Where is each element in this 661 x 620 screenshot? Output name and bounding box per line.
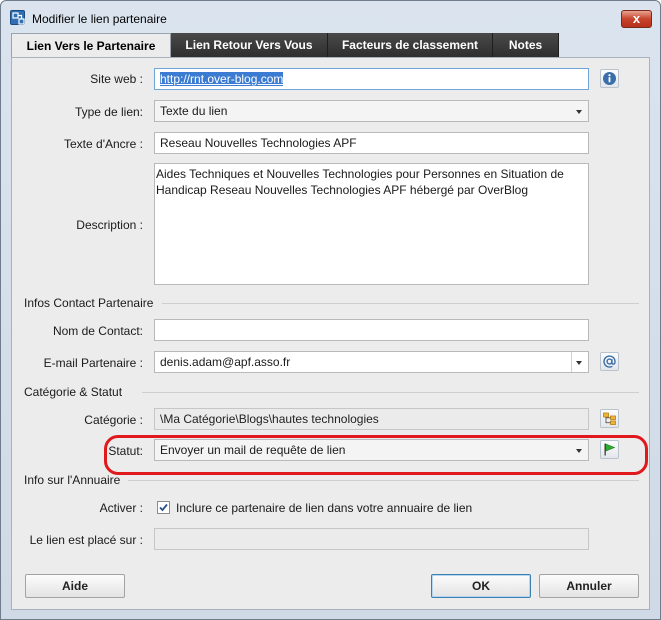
email-value: denis.adam@apf.asso.fr: [160, 355, 291, 369]
chevron-down-icon: [576, 110, 582, 114]
anchor-label: Texte d'Ancre :: [64, 137, 143, 151]
activate-label: Activer :: [99, 501, 143, 515]
dialog-window: Modifier le lien partenaire x Lien Vers …: [0, 0, 661, 620]
description-label: Description :: [76, 218, 143, 232]
site-url-input[interactable]: http://rnt.over-blog.com: [154, 68, 589, 90]
directory-section-title: Info sur l'Annuaire: [24, 473, 121, 487]
contact-divider: [162, 303, 639, 304]
close-button[interactable]: x: [621, 10, 652, 28]
anchor-text-input[interactable]: Reseau Nouvelles Technologies APF: [154, 132, 589, 154]
green-flag-icon: [604, 443, 616, 456]
status-value: Envoyer un mail de requête de lien: [160, 443, 346, 457]
email-combobox[interactable]: denis.adam@apf.asso.fr: [154, 351, 589, 373]
contact-section-title: Infos Contact Partenaire: [24, 296, 154, 310]
tab-panel: Site web : http://rnt.over-blog.com Type…: [11, 57, 650, 610]
window-title: Modifier le lien partenaire: [32, 12, 167, 26]
at-sign-icon: [603, 355, 616, 368]
category-divider: [142, 392, 639, 393]
app-icon: [10, 10, 25, 25]
status-select[interactable]: Envoyer un mail de requête de lien: [154, 439, 589, 461]
site-label: Site web :: [90, 72, 143, 86]
status-flag-button[interactable]: [600, 440, 619, 459]
tab-facteurs-classement[interactable]: Facteurs de classement: [328, 33, 493, 57]
email-button[interactable]: [600, 352, 619, 371]
type-label: Type de lien:: [74, 105, 143, 119]
placed-on-field: [154, 528, 589, 550]
category-label: Catégorie :: [84, 413, 143, 427]
description-textarea[interactable]: Aides Techniques et Nouvelles Technologi…: [154, 163, 589, 285]
link-type-select[interactable]: Texte du lien: [154, 100, 589, 122]
status-label: Statut:: [108, 444, 143, 458]
site-url-value: http://rnt.over-blog.com: [160, 72, 284, 86]
ok-button[interactable]: OK: [431, 574, 531, 598]
combo-separator: [571, 352, 572, 372]
tab-lien-retour[interactable]: Lien Retour Vers Vous: [171, 33, 328, 57]
contact-name-label: Nom de Contact:: [52, 324, 143, 338]
category-picker-button[interactable]: [600, 409, 619, 428]
directory-divider: [128, 480, 639, 481]
placed-on-label: Le lien est placé sur :: [29, 533, 143, 547]
include-directory-label[interactable]: Inclure ce partenaire de lien dans votre…: [176, 501, 472, 515]
include-directory-checkbox[interactable]: [157, 501, 170, 514]
category-section-title: Catégorie & Statut: [24, 385, 123, 399]
tab-lien-vers-partenaire[interactable]: Lien Vers le Partenaire: [11, 33, 171, 58]
info-icon: [603, 72, 616, 85]
help-button[interactable]: Aide: [25, 574, 125, 598]
category-field: \Ma Catégorie\Blogs\hautes technologies: [154, 408, 589, 430]
cancel-button[interactable]: Annuler: [539, 574, 639, 598]
tab-notes[interactable]: Notes: [493, 33, 559, 57]
category-picker-icon: [603, 412, 616, 425]
checkmark-icon: [159, 503, 168, 512]
link-type-value: Texte du lien: [160, 104, 228, 118]
chevron-down-icon: [576, 449, 582, 453]
email-label: E-mail Partenaire :: [43, 356, 143, 370]
chevron-down-icon: [576, 361, 582, 365]
info-button[interactable]: [600, 69, 619, 88]
title-bar: Modifier le lien partenaire x: [1, 1, 660, 31]
contact-name-input[interactable]: [154, 319, 589, 341]
